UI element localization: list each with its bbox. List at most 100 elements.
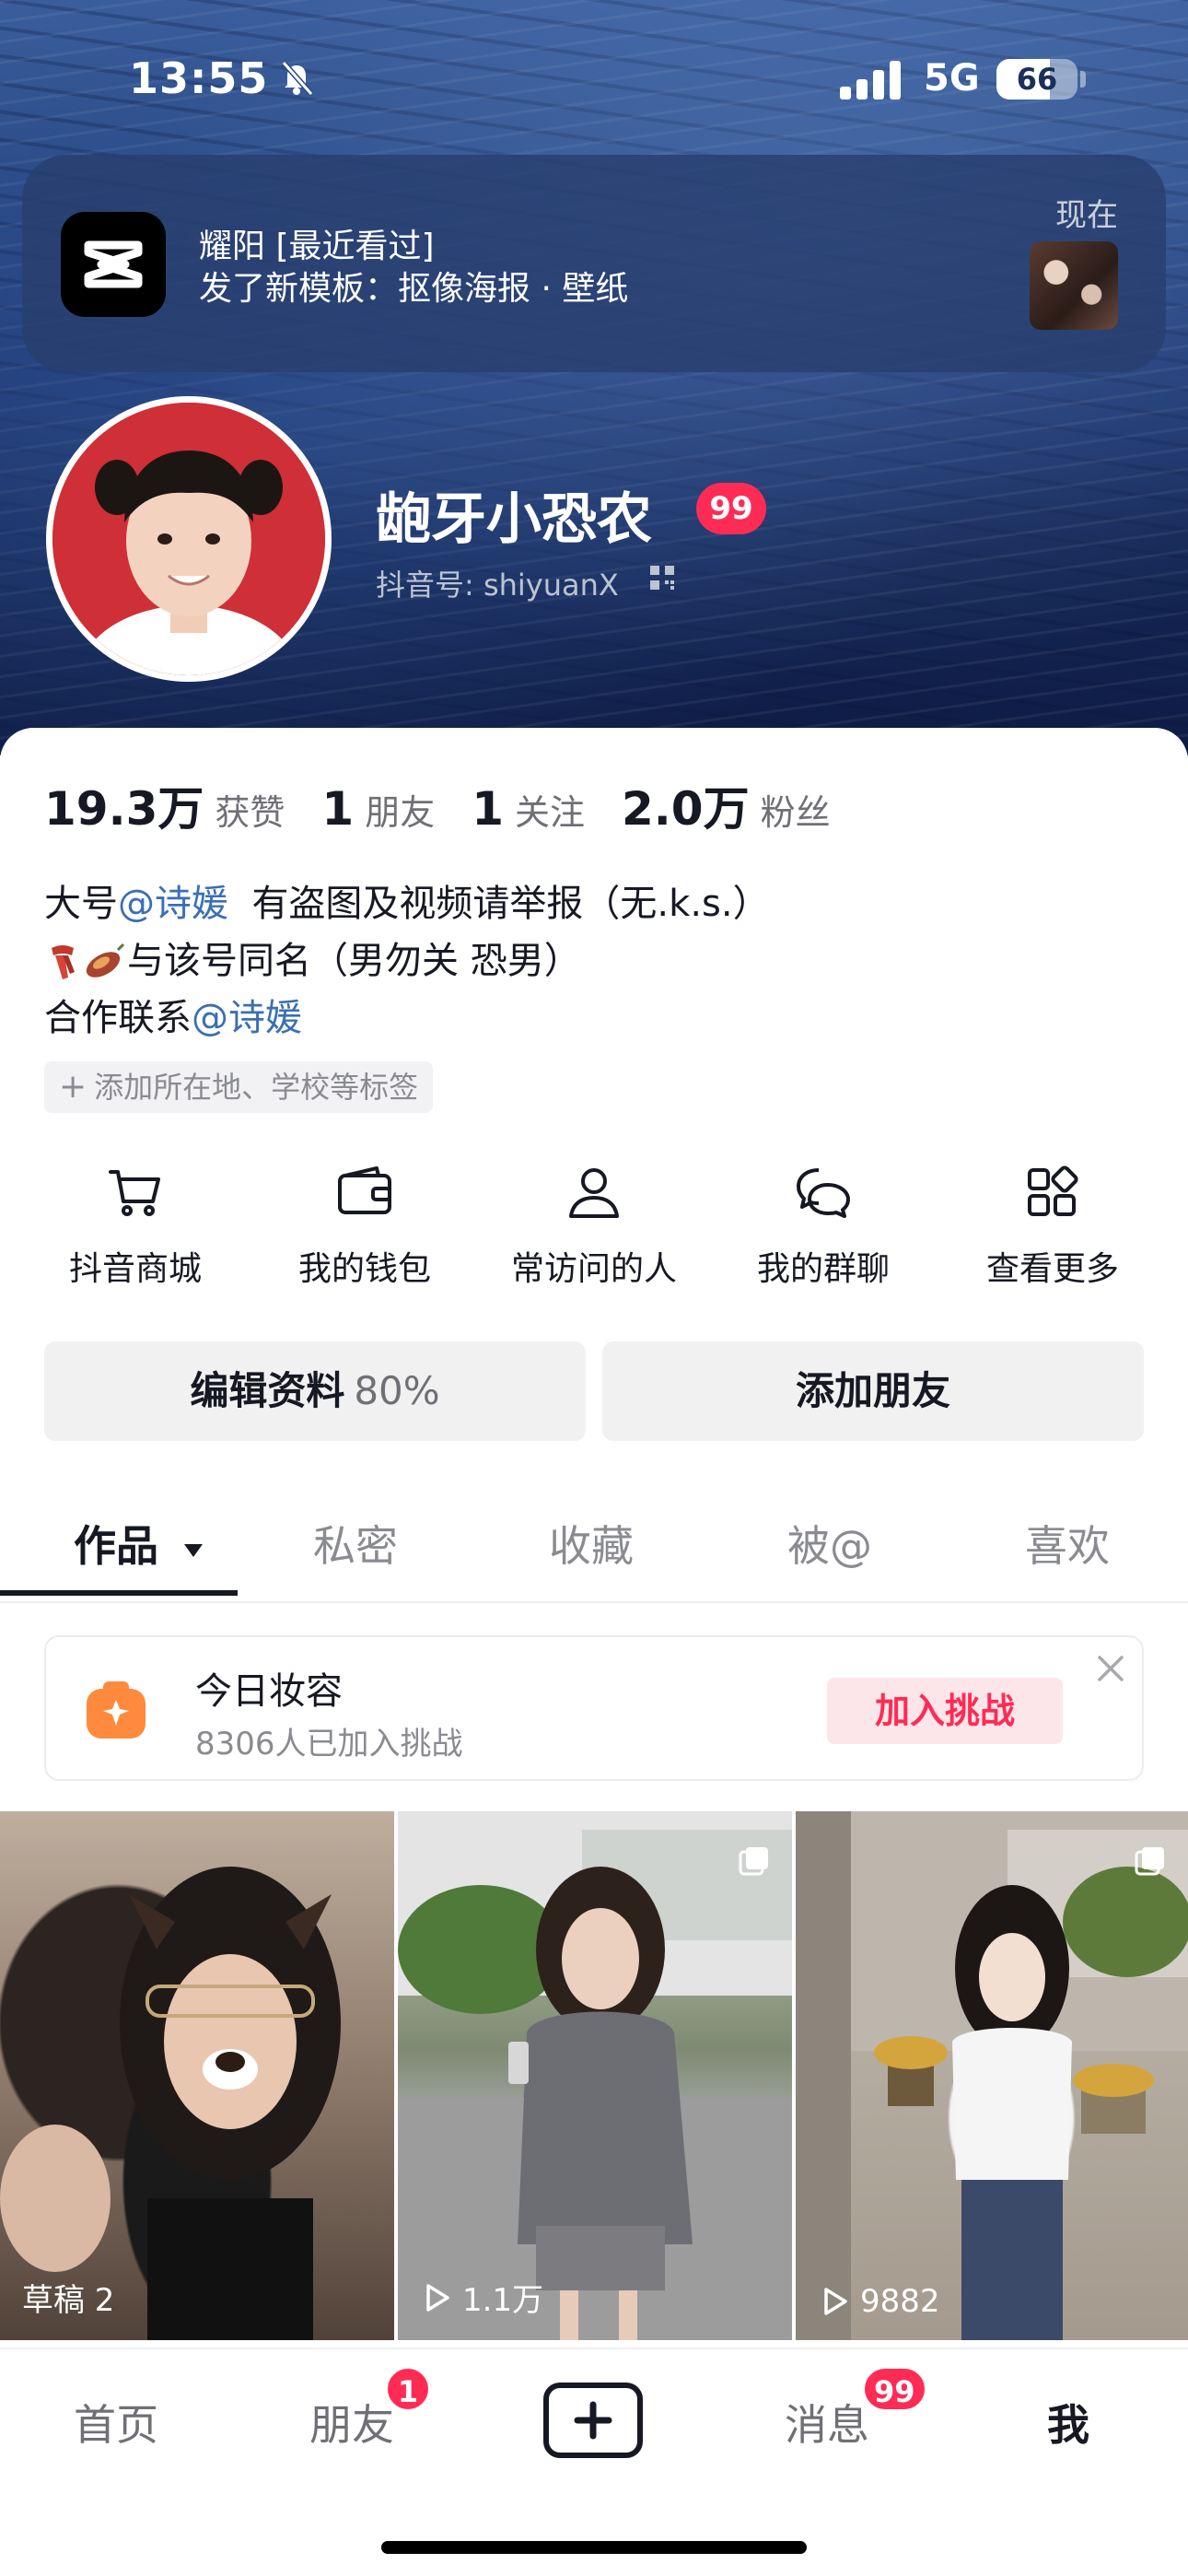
tab-mentioned[interactable]: 被@ — [787, 1513, 872, 1574]
stat-value: 1 — [321, 782, 355, 836]
add-tags-label: 添加所在地、学校等标签 — [94, 1070, 419, 1105]
caret-down-icon — [184, 1543, 204, 1557]
stat-value: 2.0万 — [622, 782, 750, 836]
active-tab-indicator — [0, 1590, 238, 1596]
video-thumbnail — [796, 1811, 1188, 2340]
douyin-id[interactable]: 抖音号: shiyuanX — [376, 562, 619, 604]
messages-badge: 99 — [862, 2366, 927, 2412]
status-time: 13:55 — [129, 53, 269, 103]
shortcut-label: 查看更多 — [985, 1250, 1119, 1288]
wallet-icon — [338, 1166, 391, 1214]
stat-value: 1 — [472, 782, 504, 836]
tab-private[interactable]: 私密 — [313, 1513, 398, 1574]
video-thumbnail — [0, 1867, 341, 2340]
add-friend-label: 添加朋友 — [795, 1368, 950, 1413]
stat-friends[interactable]: 1 朋友 — [321, 782, 435, 836]
bio-line-1: 大号@诗媛 有盗图及视频请举报（无.k.s.） — [44, 875, 770, 932]
stat-value: 19.3万 — [44, 782, 204, 836]
stat-label: 粉丝 — [760, 792, 831, 833]
video-tile[interactable]: 1.1万 — [398, 1811, 792, 2340]
nav-friends[interactable]: 朋友 — [309, 2392, 394, 2453]
stat-label: 获赞 — [215, 792, 285, 833]
home-indicator[interactable] — [381, 2541, 807, 2554]
plus-icon — [574, 2401, 612, 2440]
profile-nickname: 龅牙小恐农 — [376, 487, 652, 552]
create-button[interactable] — [543, 2383, 643, 2458]
bio-text: 与该号同名（男勿关 恐男） — [127, 940, 581, 982]
tab-label: 被@ — [787, 1521, 872, 1571]
challenge-title: 今日妆容 — [195, 1670, 343, 1713]
stat-followers[interactable]: 2.0万 粉丝 — [622, 772, 831, 838]
profile-stats: 19.3万 获赞 1 朋友 1 关注 2.0万 粉丝 — [44, 772, 868, 836]
video-tile-draft[interactable]: 草稿 2 — [0, 1811, 394, 2340]
video-thumbnail — [398, 1811, 792, 2340]
bio-text: 大号 — [44, 883, 118, 925]
cart-icon — [109, 1170, 160, 1216]
network-type: 5G — [924, 57, 980, 100]
battery-level: 66 — [1016, 62, 1058, 97]
shortcut-more[interactable]: 查看更多 — [938, 1163, 1168, 1301]
nav-label: 消息 — [785, 2400, 869, 2450]
shortcut-label: 抖音商城 — [68, 1250, 202, 1288]
nav-me[interactable]: 我 — [1047, 2392, 1089, 2453]
video-tile[interactable]: 9882 — [796, 1811, 1188, 2340]
mention-link[interactable]: @诗媛 — [118, 883, 228, 925]
nav-label: 朋友 — [309, 2400, 394, 2450]
challenge-card[interactable]: 今日妆容 8306人已加入挑战 加入挑战 — [44, 1635, 1144, 1781]
avatar[interactable] — [46, 396, 332, 682]
tab-works[interactable]: 作品 — [74, 1513, 206, 1574]
nickname-badge[interactable]: 99 — [696, 483, 766, 534]
challenge-icon — [87, 1681, 146, 1739]
video-grid: 草稿 2 1.1万 9882 — [0, 1811, 1188, 2340]
content-tabs: 作品 私密 收藏 被@ 喜欢 — [0, 1493, 1188, 1603]
add-tags-button[interactable]: + 添加所在地、学校等标签 — [44, 1061, 434, 1113]
shortcut-label: 我的群聊 — [756, 1250, 890, 1288]
status-bar: 13:55 5G 66 — [0, 0, 1188, 157]
add-friend-button[interactable]: 添加朋友 — [602, 1341, 1144, 1441]
stat-label: 关注 — [515, 792, 586, 833]
nav-messages[interactable]: 消息 — [785, 2392, 869, 2453]
bio-line-3: 合作联系@诗媛 — [44, 989, 770, 1047]
draft-label: 草稿 2 — [22, 2275, 114, 2320]
plus-icon: + — [59, 1068, 87, 1106]
tab-label: 作品 — [74, 1521, 158, 1571]
play-icon — [426, 2283, 449, 2312]
tab-favorites[interactable]: 收藏 — [549, 1513, 634, 1574]
shortcut-frequent-visitors[interactable]: 常访问的人 — [479, 1163, 709, 1301]
mention-link[interactable]: @诗媛 — [192, 997, 302, 1039]
edit-profile-button[interactable]: 编辑资料 80% — [44, 1341, 586, 1441]
view-count: 1.1万 — [420, 2275, 543, 2320]
stat-likes[interactable]: 19.3万 获赞 — [44, 772, 285, 838]
bio-text: 合作联系 — [44, 997, 192, 1039]
notification-time: 现在 — [1055, 197, 1118, 234]
nav-label: 我 — [1047, 2400, 1089, 2450]
group-chat-icon — [797, 1168, 850, 1218]
qr-code-icon[interactable] — [648, 564, 676, 591]
grid-more-icon — [1028, 1165, 1078, 1216]
stat-following[interactable]: 1 关注 — [472, 782, 585, 836]
tab-label: 收藏 — [549, 1521, 634, 1571]
challenge-participants: 8306人已加入挑战 — [195, 1726, 463, 1762]
friends-badge: 1 — [385, 2366, 431, 2412]
view-count-value: 9882 — [860, 2283, 940, 2320]
profile-bio: 大号@诗媛 有盗图及视频请举报（无.k.s.） 与该号同名（男勿关 恐男） 合作… — [44, 875, 770, 1047]
join-challenge-button[interactable]: 加入挑战 — [827, 1678, 1063, 1744]
shortcut-group-chats[interactable]: 我的群聊 — [708, 1163, 938, 1301]
shortcut-mall[interactable]: 抖音商城 — [20, 1163, 250, 1301]
bell-muted-icon — [281, 61, 314, 96]
bio-text: 有盗图及视频请举报（无.k.s.） — [251, 883, 770, 925]
shortcut-wallet[interactable]: 我的钱包 — [250, 1163, 480, 1301]
shortcut-label: 我的钱包 — [297, 1250, 431, 1288]
tab-likes[interactable]: 喜欢 — [1025, 1513, 1110, 1574]
person-icon — [569, 1168, 619, 1218]
signal-icon — [840, 59, 904, 100]
battery-tip — [1080, 71, 1086, 88]
push-notification[interactable]: 耀阳 [最近看过] 发了新模板：抠像海报 · 壁纸 现在 — [22, 155, 1166, 372]
view-count-value: 1.1万 — [462, 2282, 544, 2319]
close-icon[interactable] — [1094, 1652, 1127, 1685]
sweet-potato-emoji-icon — [86, 943, 125, 978]
nav-home[interactable]: 首页 — [74, 2392, 158, 2453]
stat-label: 朋友 — [365, 792, 436, 833]
tab-label: 私密 — [313, 1521, 398, 1571]
notification-body: 发了新模板：抠像海报 · 壁纸 — [199, 270, 629, 308]
